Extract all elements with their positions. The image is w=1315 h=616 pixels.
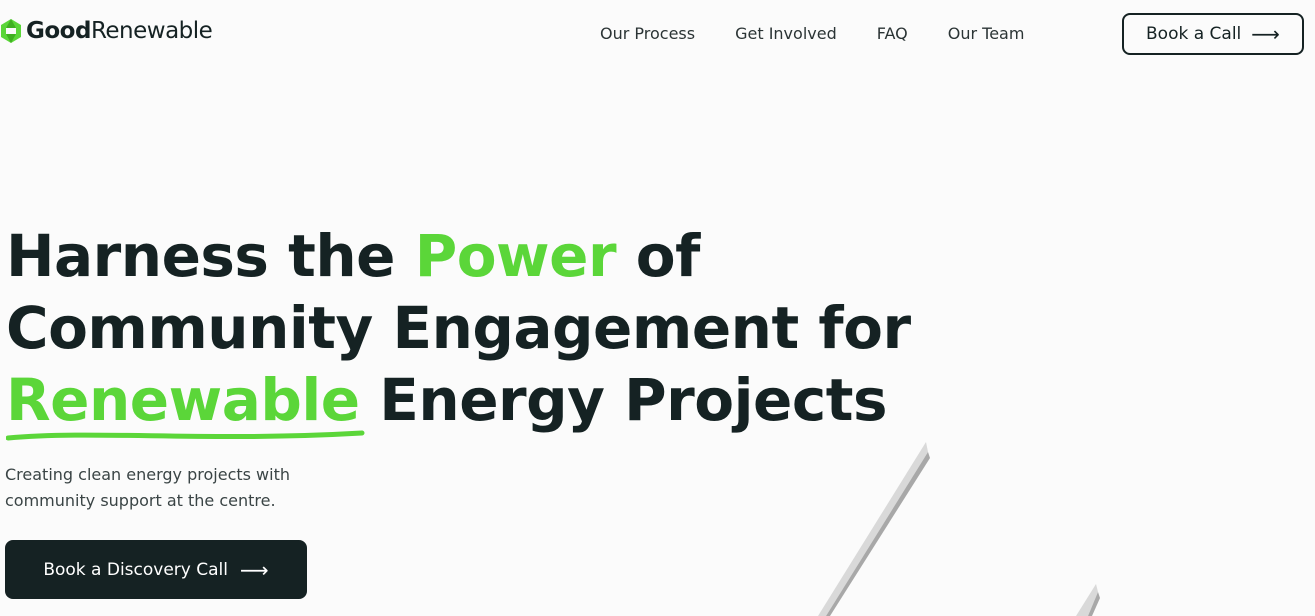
nav-our-team[interactable]: Our Team [948, 24, 1025, 43]
squiggle-underline-icon [6, 430, 365, 441]
hero-subtitle: Creating clean energy projects with comm… [5, 465, 290, 510]
book-a-call-label: Book a Call [1146, 24, 1242, 44]
hero-highlight-power: Power [414, 222, 617, 290]
book-discovery-call-label: Book a Discovery Call [43, 559, 228, 580]
book-discovery-call-button[interactable]: Book a Discovery Call ⟶ [5, 540, 307, 599]
nav-our-process[interactable]: Our Process [600, 24, 695, 43]
brand-name: GoodRenewable [26, 18, 213, 44]
book-a-call-button[interactable]: Book a Call ⟶ [1122, 13, 1304, 55]
nav-faq[interactable]: FAQ [877, 24, 908, 43]
main-nav: Our Process Get Involved FAQ Our Team [600, 24, 1024, 43]
hero-line3-end: Energy Projects [359, 366, 887, 434]
brand-name-bold: Good [26, 18, 91, 44]
arrow-right-icon: ⟶ [1251, 22, 1280, 46]
hero-line1-end: of [616, 222, 701, 290]
hero-highlight-renewable: Renewable [6, 366, 360, 434]
logo[interactable]: GoodRenewable [0, 18, 213, 44]
arrow-right-icon: ⟶ [240, 557, 269, 582]
logo-icon [1, 19, 21, 43]
nav-get-involved[interactable]: Get Involved [735, 24, 837, 43]
hero-line1-start: Harness the [6, 222, 415, 290]
wind-turbine-blades-image [818, 442, 1100, 616]
hero-line2: Community Engagement for [6, 294, 911, 362]
brand-name-rest: Renewable [90, 18, 213, 44]
hero-highlight-renewable-wrap: Renewable [6, 364, 365, 441]
site-header: GoodRenewable Our Process Get Involved F… [0, 0, 1315, 70]
hero-title: Harness the Power of Community Engagement… [6, 220, 1006, 441]
